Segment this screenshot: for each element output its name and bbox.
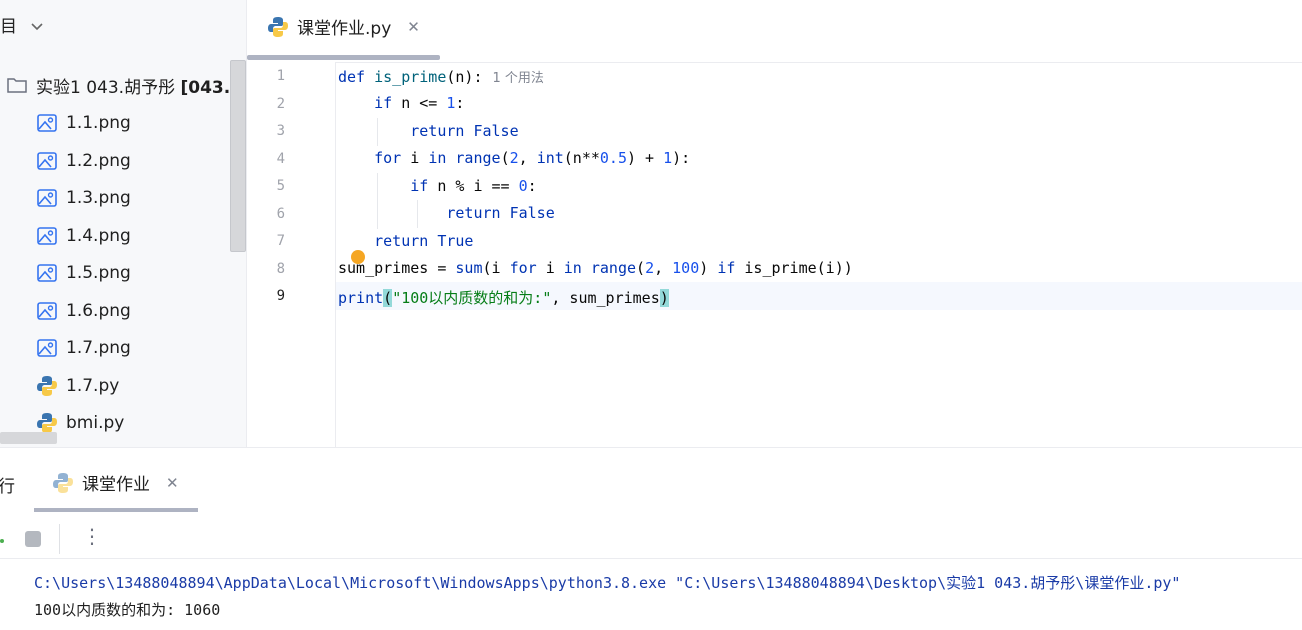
image-icon — [37, 339, 57, 357]
code-line-1[interactable]: def is_prime(n): 1 个用法 — [338, 67, 544, 86]
tree-file-item[interactable]: 1.2.png — [36, 143, 131, 179]
active-tab-indicator — [247, 55, 440, 60]
line-number: 1 — [276, 68, 285, 84]
folder-name: 实验1 043.胡予彤 — [36, 77, 176, 98]
project-panel: 目 实验1 043.胡予彤 [043.胡予 1.1.png 1.2.png 1.3.… — [0, 0, 247, 447]
close-icon[interactable]: ✕ — [407, 18, 420, 36]
tree-file-item[interactable]: 1.4.png — [36, 218, 131, 254]
line-number: 4 — [276, 150, 285, 167]
file-name: 1.7.png — [66, 338, 131, 358]
toolbar-separator — [59, 524, 60, 554]
tree-file-item[interactable]: 1.5.png — [36, 255, 131, 291]
code-line-4[interactable]: for i in range(2, int(n**0.5) + 1): — [338, 149, 690, 167]
panel-title: 目 — [0, 17, 17, 37]
file-name: 1.2.png — [66, 150, 131, 171]
file-name: 1.3.png — [66, 188, 131, 208]
image-icon — [37, 264, 57, 282]
tree-file-item[interactable]: 1.6.png — [36, 293, 131, 329]
python-icon — [37, 413, 57, 433]
line-number: 7 — [276, 233, 285, 249]
folder-icon — [7, 78, 27, 93]
file-name: 1.4.png — [66, 225, 131, 246]
run-toolbar: ⋮ — [0, 512, 1302, 559]
image-icon — [37, 301, 57, 320]
line-number: 2 — [276, 95, 285, 112]
rerun-icon[interactable] — [0, 539, 4, 543]
matched-brace: ( — [383, 289, 393, 307]
editor-tab-bar: 课堂作业.py ✕ — [247, 0, 1302, 63]
python-icon — [53, 472, 73, 493]
console-command-line: C:\Users\13488048894\AppData\Local\Micro… — [34, 574, 1181, 592]
file-name: 1.5.png — [66, 263, 131, 283]
code-line-8[interactable]: sum_primes = sum(i for i in range(2, 100… — [338, 259, 853, 277]
code-line-5[interactable]: if n % i == 0: — [338, 177, 536, 195]
image-icon — [37, 226, 57, 245]
line-number: 3 — [276, 123, 285, 139]
matched-brace: ) — [659, 289, 669, 307]
more-icon[interactable]: ⋮ — [82, 524, 102, 548]
horizontal-scrollbar[interactable] — [0, 432, 57, 444]
run-tool-window: 行 课堂作业 ✕ ⋮ C:\Users\13488048894\AppData\… — [0, 447, 1302, 630]
tree-file-item[interactable]: 1.1.png — [36, 105, 131, 141]
code-line-6[interactable]: return False — [338, 204, 554, 222]
line-number: 9 — [276, 288, 285, 304]
file-name: 1.6.png — [66, 300, 131, 321]
image-icon — [37, 189, 57, 207]
run-window-title: 行 — [0, 477, 15, 497]
code-line-3[interactable]: return False — [338, 122, 518, 140]
vertical-scrollbar[interactable] — [230, 60, 246, 252]
line-number: 5 — [276, 178, 285, 194]
code-line-9[interactable]: print("100以内质数的和为:", sum_primes) — [338, 287, 669, 308]
stop-icon[interactable] — [25, 531, 41, 547]
tree-file-item[interactable]: 1.7.png — [36, 330, 131, 366]
line-number-gutter — [247, 62, 336, 447]
tree-file-item[interactable]: 1.3.png — [36, 180, 131, 216]
code-line-7[interactable]: return True — [338, 232, 473, 250]
editor-tab-label: 课堂作业.py — [297, 19, 392, 39]
file-name: bmi.py — [66, 413, 125, 433]
chevron-down-icon[interactable] — [30, 22, 44, 32]
tree-root-folder[interactable]: 实验1 043.胡予彤 [043.胡予 — [6, 67, 246, 103]
run-tab-label: 课堂作业 — [82, 475, 150, 495]
line-number: 6 — [276, 205, 285, 222]
image-icon — [37, 151, 57, 170]
editor-tab[interactable]: 课堂作业.py ✕ — [267, 14, 420, 39]
console-output-line: 100以内质数的和为: 1060 — [34, 601, 221, 619]
intention-bulb-icon[interactable] — [351, 250, 365, 264]
panel-header[interactable]: 目 — [0, 12, 44, 37]
tree-file-item[interactable]: 1.7.py — [36, 368, 119, 404]
image-icon — [37, 114, 57, 132]
run-tab[interactable]: 课堂作业 ✕ — [52, 470, 179, 495]
python-icon — [268, 16, 288, 37]
usage-hint[interactable]: 1 个用法 — [493, 71, 544, 86]
file-name: 1.1.png — [66, 113, 131, 133]
line-number: 8 — [276, 260, 285, 277]
file-name: 1.7.py — [66, 375, 120, 396]
python-icon — [37, 375, 57, 396]
code-line-2[interactable]: if n <= 1: — [338, 94, 464, 112]
close-icon[interactable]: ✕ — [166, 474, 179, 492]
